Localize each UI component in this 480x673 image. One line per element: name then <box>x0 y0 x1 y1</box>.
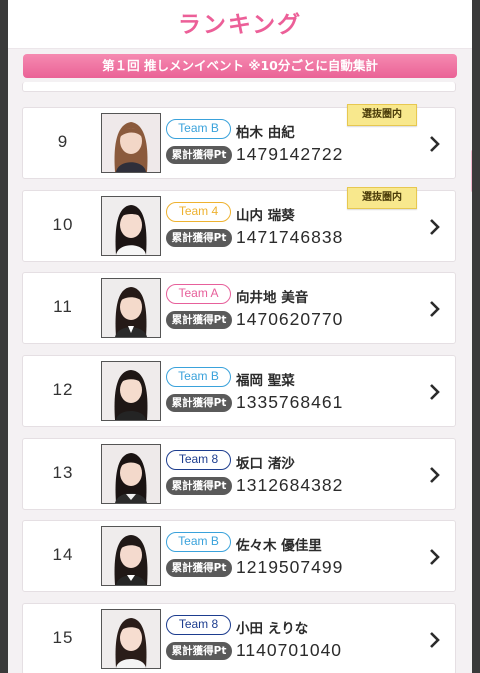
points-value: 1219507499 <box>236 557 344 577</box>
points-label: 累計獲得Pt <box>166 311 232 329</box>
rank-number: 14 <box>52 545 74 564</box>
chevron-right-icon[interactable] <box>427 299 443 319</box>
points-label: 累計獲得Pt <box>166 229 232 247</box>
ranking-card[interactable]: 13 Team 8 坂口 渚沙 累計獲得Pt 1312684382 <box>22 438 456 510</box>
selection-badge: 選抜圏内 <box>347 104 417 126</box>
team-badge: Team B <box>166 119 231 139</box>
chevron-right-icon[interactable] <box>427 134 443 154</box>
rank-number: 12 <box>52 380 74 399</box>
app-frame: 選抜圏内 9 Team B 柏木 由紀 累計獲得Pt 1479142722 選抜… <box>8 0 472 673</box>
member-name: 小田 えりな <box>236 621 309 637</box>
member-name: 向井地 美音 <box>236 290 309 306</box>
ranking-list[interactable]: 選抜圏内 9 Team B 柏木 由紀 累計獲得Pt 1479142722 選抜… <box>8 0 472 673</box>
member-name: 福岡 聖菜 <box>236 373 295 389</box>
selection-badge: 選抜圏内 <box>347 187 417 209</box>
member-photo[interactable] <box>101 196 161 256</box>
chevron-right-icon[interactable] <box>427 547 443 567</box>
points-label: 累計獲得Pt <box>166 559 232 577</box>
ranking-card[interactable]: 15 Team 8 小田 えりな 累計獲得Pt 1140701040 <box>22 603 456 673</box>
points-value: 1471746838 <box>236 227 344 247</box>
page-title: ランキング <box>177 12 303 38</box>
ranking-card-previous[interactable] <box>22 82 456 92</box>
chevron-right-icon[interactable] <box>427 465 443 485</box>
points-label: 累計獲得Pt <box>166 146 232 164</box>
member-photo[interactable] <box>101 444 161 504</box>
ranking-card[interactable]: 12 Team B 福岡 聖菜 累計獲得Pt 1335768461 <box>22 355 456 427</box>
member-photo[interactable] <box>101 278 161 338</box>
page-header: ランキング <box>8 0 472 49</box>
points-label: 累計獲得Pt <box>166 477 232 495</box>
points-value: 1335768461 <box>236 392 344 412</box>
team-badge: Team B <box>166 367 231 387</box>
ranking-card[interactable]: 選抜圏内 9 Team B 柏木 由紀 累計獲得Pt 1479142722 <box>22 104 456 179</box>
team-badge: Team A <box>166 284 231 304</box>
team-badge: Team 8 <box>166 450 231 470</box>
team-badge: Team 8 <box>166 615 231 635</box>
team-badge: Team B <box>166 532 231 552</box>
rank-number: 15 <box>52 628 74 647</box>
member-photo[interactable] <box>101 113 161 173</box>
rank-number: 10 <box>52 215 74 234</box>
rank-number: 13 <box>52 463 74 482</box>
ranking-card[interactable]: 選抜圏内 10 Team 4 山内 瑞葵 累計獲得Pt 1471746838 <box>22 187 456 262</box>
member-photo[interactable] <box>101 361 161 421</box>
points-value: 1312684382 <box>236 475 344 495</box>
scrollbar[interactable] <box>471 150 472 192</box>
member-name: 坂口 渚沙 <box>236 456 295 472</box>
member-photo[interactable] <box>101 609 161 669</box>
rank-number: 11 <box>53 297 73 316</box>
points-label: 累計獲得Pt <box>166 394 232 412</box>
points-value: 1470620770 <box>236 309 344 329</box>
member-name: 柏木 由紀 <box>236 125 295 141</box>
team-badge: Team 4 <box>166 202 231 222</box>
chevron-right-icon[interactable] <box>427 630 443 650</box>
ranking-card[interactable]: 11 Team A 向井地 美音 累計獲得Pt 1470620770 <box>22 272 456 344</box>
member-name: 佐々木 優佳里 <box>236 538 322 554</box>
chevron-right-icon[interactable] <box>427 382 443 402</box>
points-value: 1140701040 <box>236 640 343 660</box>
chevron-right-icon[interactable] <box>427 217 443 237</box>
member-name: 山内 瑞葵 <box>236 208 295 224</box>
event-banner: 第１回 推しメンイベント ※10分ごとに自動集計 <box>23 54 457 78</box>
points-value: 1479142722 <box>236 144 344 164</box>
rank-number: 9 <box>57 132 69 151</box>
ranking-card[interactable]: 14 Team B 佐々木 優佳里 累計獲得Pt 1219507499 <box>22 520 456 592</box>
points-label: 累計獲得Pt <box>166 642 232 660</box>
member-photo[interactable] <box>101 526 161 586</box>
